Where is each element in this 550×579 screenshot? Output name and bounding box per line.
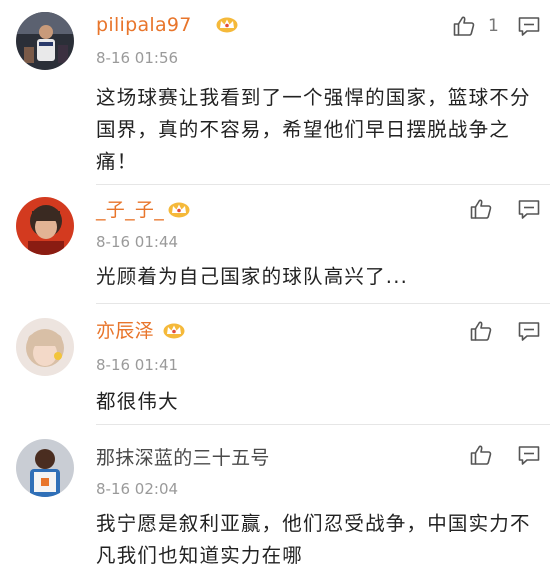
comment-text: 我宁愿是叙利亚赢，他们忍受战争，中国实力不凡我们也知道实力在哪 — [96, 512, 531, 567]
vip-crown-icon — [216, 17, 238, 33]
comment-text: 这场球赛让我看到了一个强悍的国家，篮球不分国界，真的不容易，希望他们早日摆脱战争… — [96, 86, 531, 173]
username[interactable]: pilipala97 — [96, 13, 192, 37]
comment-time: 8-16 01:56 — [96, 49, 179, 67]
comment-time: 8-16 01:41 — [96, 356, 179, 374]
comment-text: 光顾着为自己国家的球队高兴了... — [96, 265, 408, 288]
vip-crown-icon — [163, 323, 185, 339]
avatar[interactable] — [16, 197, 74, 255]
comment-item: pilipala97 8-16 01:56 这场球赛让我看到了一个强悍的国家，篮… — [0, 0, 550, 185]
avatar[interactable] — [16, 318, 74, 376]
comment-icon[interactable] — [517, 443, 541, 467]
comment-time: 8-16 02:04 — [96, 480, 179, 498]
comment-icon[interactable] — [517, 319, 541, 343]
comment-item: 亦辰泽 8-16 01:41 都很伟大 — [0, 304, 550, 425]
username[interactable]: _子_子_ — [96, 198, 164, 222]
comment-item: 那抹深蓝的三十五号 8-16 02:04 我宁愿是叙利亚赢，他们忍受战争，中国实… — [0, 425, 550, 579]
comment-icon[interactable] — [517, 14, 541, 38]
thumbs-up-icon[interactable] — [469, 197, 493, 221]
comment-text: 都很伟大 — [96, 390, 179, 413]
username[interactable]: 亦辰泽 — [96, 319, 154, 343]
username[interactable]: 那抹深蓝的三十五号 — [96, 446, 270, 470]
comment-feed: pilipala97 8-16 01:56 这场球赛让我看到了一个强悍的国家，篮… — [0, 0, 550, 579]
avatar[interactable] — [16, 439, 74, 497]
comment-icon[interactable] — [517, 197, 541, 221]
thumbs-up-icon[interactable] — [469, 319, 493, 343]
comment-time: 8-16 01:44 — [96, 233, 179, 251]
vip-crown-icon — [168, 202, 190, 218]
like-count: 1 — [488, 16, 499, 36]
thumbs-up-icon[interactable] — [452, 14, 476, 38]
thumbs-up-icon[interactable] — [469, 443, 493, 467]
comment-item: _子_子_ 8-16 01:44 光顾着为自己国家的球队高兴了... — [0, 185, 550, 304]
avatar[interactable] — [16, 12, 74, 70]
